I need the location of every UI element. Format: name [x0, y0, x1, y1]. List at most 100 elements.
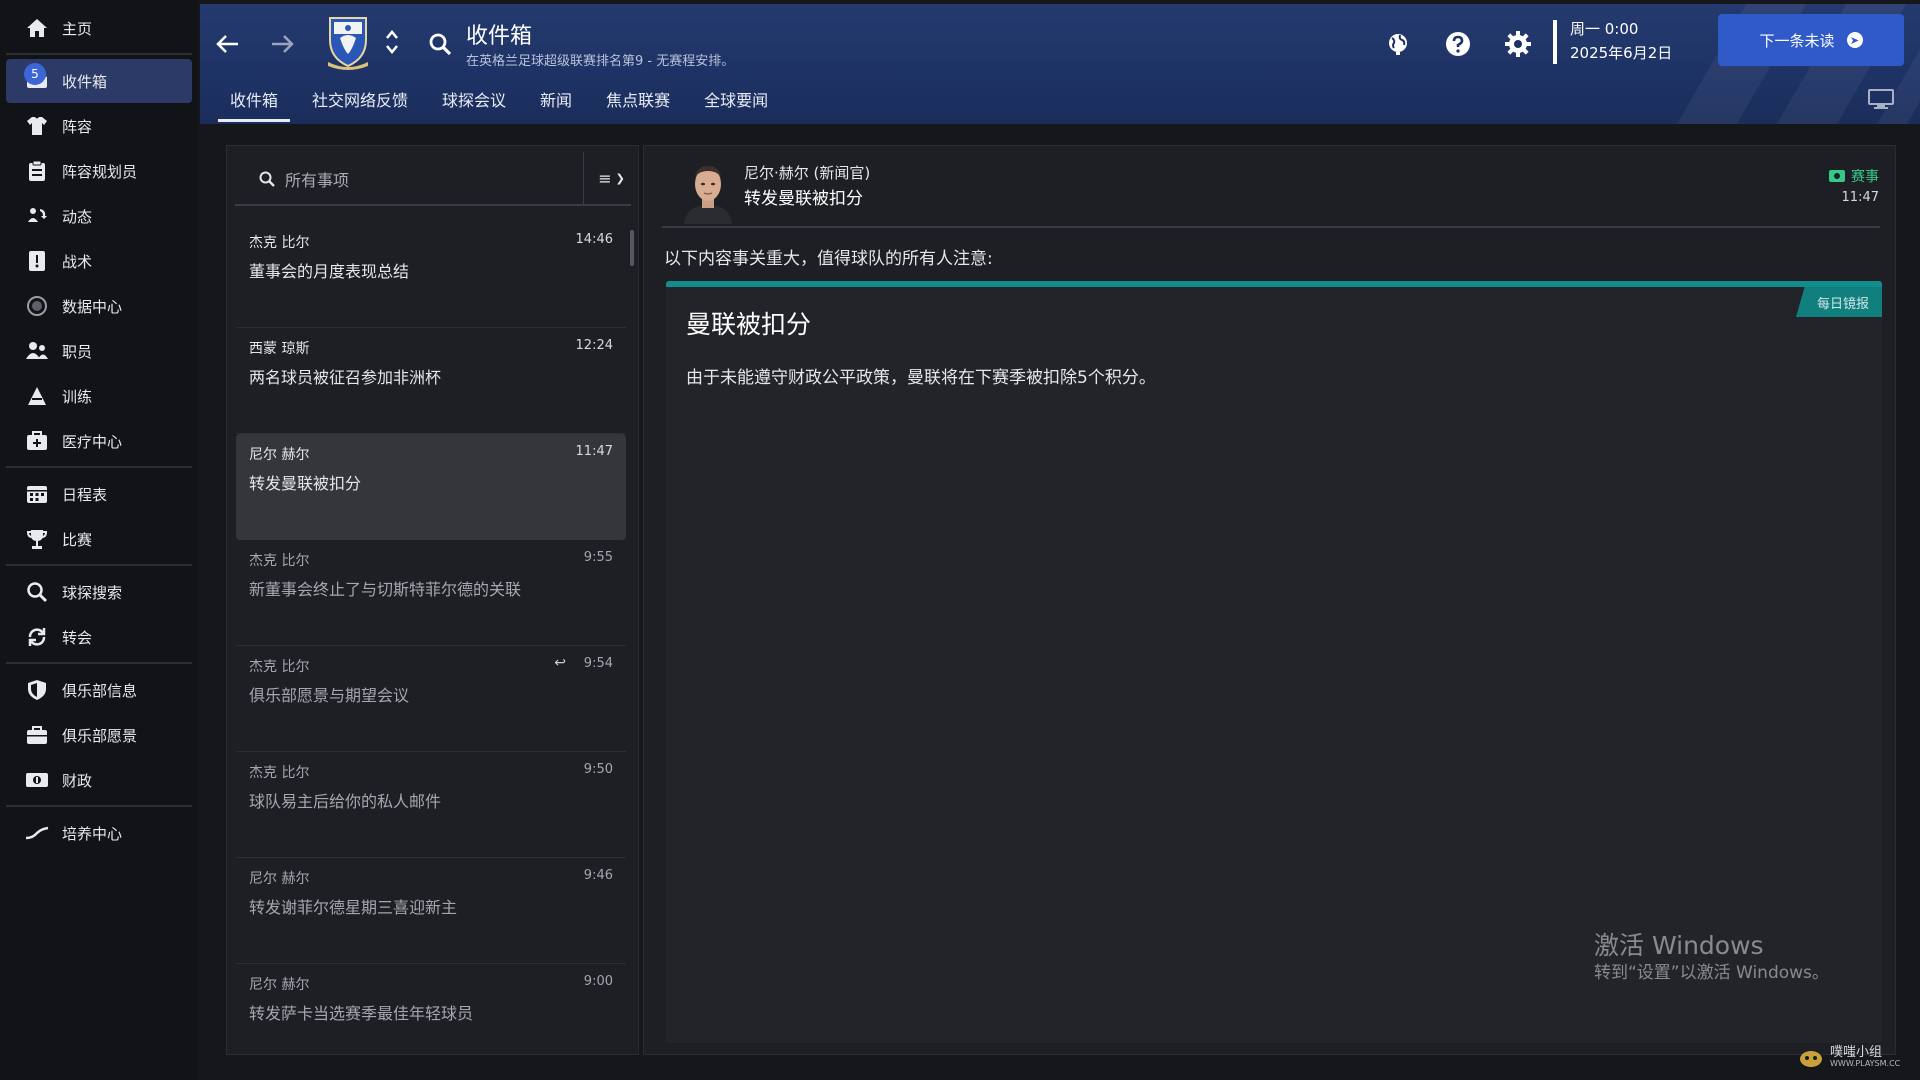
sidebar-item-finances[interactable]: 财政: [6, 758, 192, 802]
sender-avatar[interactable]: [682, 158, 734, 224]
sidebar-item-label: 职员: [62, 342, 93, 361]
article-body: 由于未能遵守财政公平政策，曼联将在下赛季被扣除5个积分。: [686, 368, 1156, 388]
tab-world-news[interactable]: 全球要闻: [692, 86, 780, 124]
sidebar-item-medical[interactable]: 医疗中心: [6, 419, 192, 463]
global-search-button[interactable]: [424, 28, 456, 60]
tab-scout-meetings[interactable]: 球探会议: [430, 86, 518, 124]
message-item[interactable]: 杰克 比尔 14:46 董事会的月度表现总结: [236, 222, 626, 328]
message-subject: 俱乐部愿景与期望会议: [249, 686, 410, 705]
medical-icon: [24, 428, 50, 454]
sidebar-divider: [6, 466, 192, 468]
monitor-icon: [1868, 89, 1894, 109]
message-item[interactable]: 西蒙 琼斯 12:24 两名球员被征召参加非洲杯: [236, 328, 626, 434]
message-item[interactable]: 尼尔 赫尔 9:00 转发萨卡当选赛季最佳年轻球员: [236, 964, 626, 1070]
help-icon: [1446, 32, 1470, 56]
message-time: 9:46: [583, 868, 613, 883]
mascot-icon: [1800, 1051, 1822, 1067]
sidebar-item-schedule[interactable]: 日程表: [6, 472, 192, 516]
settings-button[interactable]: [1500, 26, 1536, 62]
sidebar-item-scouting[interactable]: 球探搜索: [6, 570, 192, 614]
sidebar-item-home[interactable]: 主页: [6, 6, 192, 50]
message-time: 12:24: [575, 338, 613, 353]
tab-bar: 收件箱 社交网络反馈 球探会议 新闻 焦点联赛 全球要闻: [218, 86, 790, 124]
sidebar-item-squad[interactable]: 阵容: [6, 104, 192, 148]
app-window: 主页 5 收件箱 阵容 阵容规划员 动态 战术 数据中心 职员 训练 医疗中心 …: [0, 0, 1920, 1080]
display-mode-button[interactable]: [1864, 84, 1898, 114]
search-placeholder: 所有事项: [285, 171, 350, 190]
message-item-selected[interactable]: 尼尔 赫尔 11:47 转发曼联被扣分: [236, 434, 626, 540]
message-subject: 球队易主后给你的私人邮件: [249, 792, 442, 811]
message-time: 9:55: [583, 550, 613, 565]
tab-inbox[interactable]: 收件箱: [218, 86, 291, 124]
list-scrollbar[interactable]: [630, 230, 634, 266]
sidebar-item-squad-planner[interactable]: 阵容规划员: [6, 149, 192, 193]
message-subject: 转发谢菲尔德星期三喜迎新主: [249, 898, 458, 917]
site-watermark-logo: 噗嗤小组 WWW.PLAYSM.CC: [1798, 1042, 1910, 1072]
top-header: 收件箱 在英格兰足球超级联赛排名第9 - 无赛程安排。 收件箱 社交网络反馈 球…: [200, 4, 1920, 124]
sidebar-item-training[interactable]: 训练: [6, 374, 192, 418]
message-item[interactable]: 杰克 比尔 9:50 球队易主后给你的私人邮件: [236, 752, 626, 858]
message-item[interactable]: 杰克 比尔 ↩ 9:54 俱乐部愿景与期望会议: [236, 646, 626, 752]
message-subject: 两名球员被征召参加非洲杯: [249, 368, 442, 387]
chevron-right-icon: ➤: [1846, 32, 1863, 48]
sidebar-item-label: 阵容规划员: [62, 162, 138, 181]
message-sender: 杰克 比尔: [249, 765, 310, 781]
sidebar-item-development[interactable]: 培养中心: [6, 811, 192, 855]
dynamics-icon: [24, 203, 50, 229]
home-icon: [24, 15, 50, 41]
message-item[interactable]: 杰克 比尔 9:55 新董事会终止了与切斯特菲尔德的关联: [236, 540, 626, 646]
sidebar-item-staff[interactable]: 职员: [6, 329, 192, 373]
search-icon: [259, 171, 275, 187]
club-shield-icon: [24, 677, 50, 703]
page-title: 收件箱: [466, 24, 533, 49]
sidebar-item-label: 球探搜索: [62, 583, 123, 602]
reader-divider: [662, 226, 1880, 228]
sidebar-item-club-vision[interactable]: 俱乐部愿景: [6, 713, 192, 757]
forward-button[interactable]: [264, 26, 300, 62]
filter-menu-button[interactable]: ≡ ❯: [583, 152, 639, 204]
message-time: 9:00: [583, 974, 613, 989]
message-subject: 董事会的月度表现总结: [249, 262, 410, 281]
back-button[interactable]: [210, 26, 246, 62]
sidebar-item-transfers[interactable]: 转会: [6, 615, 192, 659]
chevron-down-icon: ❯: [615, 171, 625, 185]
site-watermark-name: 噗嗤小组: [1830, 1045, 1883, 1060]
sidebar-item-label: 主页: [62, 19, 93, 38]
sidebar-item-data-hub[interactable]: 数据中心: [6, 284, 192, 328]
sidebar-divider: [6, 805, 192, 807]
sidebar-divider: [6, 662, 192, 664]
tab-news[interactable]: 新闻: [528, 86, 584, 124]
message-timestamp: 11:47: [1841, 190, 1879, 205]
sidebar-item-tactics[interactable]: 战术: [6, 239, 192, 283]
message-category-label: 赛事: [1851, 169, 1879, 185]
message-subject: 转发萨卡当选赛季最佳年轻球员: [249, 1004, 474, 1023]
sidebar-item-label: 阵容: [62, 117, 93, 136]
help-button[interactable]: [1440, 26, 1476, 62]
scouting-search-icon: [24, 579, 50, 605]
tab-social-feed[interactable]: 社交网络反馈: [300, 86, 420, 124]
sidebar-item-club-info[interactable]: 俱乐部信息: [6, 668, 192, 712]
tab-focus-league[interactable]: 焦点联赛: [594, 86, 682, 124]
message-subject: 新董事会终止了与切斯特菲尔德的关联: [249, 580, 522, 599]
club-crest-logo[interactable]: [324, 12, 372, 72]
world-button[interactable]: [1380, 26, 1416, 62]
sidebar-divider: [6, 53, 192, 55]
jersey-icon: [24, 113, 50, 139]
next-unread-label: 下一条未读: [1759, 31, 1835, 50]
sidebar-item-inbox[interactable]: 5 收件箱: [6, 59, 192, 103]
message-item[interactable]: 尼尔 赫尔 9:46 转发谢菲尔德星期三喜迎新主: [236, 858, 626, 964]
next-unread-button[interactable]: 下一条未读 ➤: [1718, 14, 1904, 66]
club-switch-button[interactable]: [380, 22, 404, 62]
development-icon: [24, 820, 50, 846]
inbox-search-input[interactable]: 所有事项: [237, 154, 583, 204]
sidebar: 主页 5 收件箱 阵容 阵容规划员 动态 战术 数据中心 职员 训练 医疗中心 …: [0, 0, 198, 1080]
sidebar-item-competitions[interactable]: 比赛: [6, 517, 192, 561]
clipboard-icon: [24, 158, 50, 184]
windows-activation-subtitle: 转到“设置”以激活 Windows。: [1594, 963, 1829, 983]
chevron-up-down-icon: [386, 30, 398, 54]
site-watermark-url: WWW.PLAYSM.CC: [1830, 1059, 1901, 1068]
sender-name[interactable]: 尼尔·赫尔 (新闻官): [744, 162, 870, 183]
arrow-left-icon: [216, 35, 238, 53]
sidebar-item-dynamics[interactable]: 动态: [6, 194, 192, 238]
list-menu-icon: ≡: [598, 168, 612, 188]
